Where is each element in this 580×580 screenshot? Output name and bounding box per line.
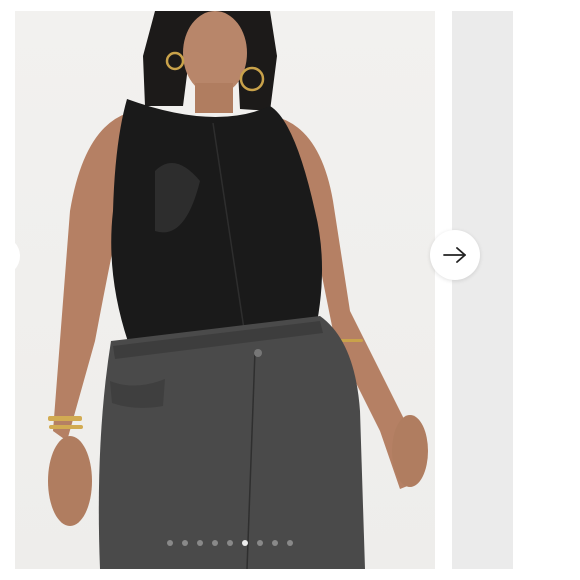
carousel-dot[interactable] xyxy=(212,540,218,546)
carousel-dot[interactable] xyxy=(287,540,293,546)
carousel-dot[interactable] xyxy=(257,540,263,546)
product-image-current[interactable] xyxy=(15,11,435,569)
carousel-dot[interactable] xyxy=(242,540,248,546)
carousel-dot[interactable] xyxy=(227,540,233,546)
next-button[interactable] xyxy=(430,230,480,280)
arrow-right-icon xyxy=(443,247,466,263)
carousel-pagination xyxy=(110,540,350,550)
product-image-carousel xyxy=(0,0,580,580)
product-image-next-peek[interactable] xyxy=(452,11,513,569)
carousel-dot[interactable] xyxy=(197,540,203,546)
model-photo xyxy=(48,11,428,569)
carousel-dot[interactable] xyxy=(167,540,173,546)
carousel-dot[interactable] xyxy=(272,540,278,546)
carousel-dot[interactable] xyxy=(182,540,188,546)
